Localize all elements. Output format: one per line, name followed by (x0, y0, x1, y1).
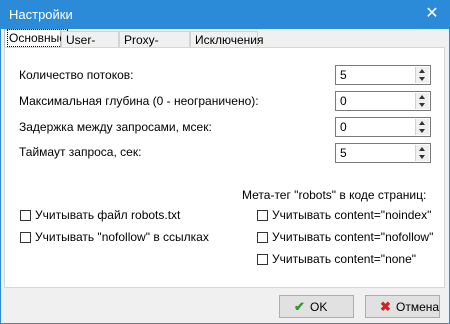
x-icon: ✖ (380, 299, 391, 314)
threads-label: Количество потоков: (19, 68, 134, 82)
nofollow-links-label[interactable]: Учитывать "nofollow" в ссылках (35, 230, 209, 244)
close-icon[interactable]: ✕ (421, 3, 443, 25)
spin-up-icon[interactable] (419, 147, 425, 151)
general-panel: Количество потоков: 5 Максимальная глуби… (4, 47, 445, 288)
tab-general[interactable]: Основные (4, 29, 68, 48)
tab-proxy[interactable]: Proxy-сервер (119, 31, 190, 64)
ok-button[interactable]: ✔ OK (279, 295, 354, 318)
spin-down-icon[interactable] (419, 77, 425, 81)
noindex-label[interactable]: Учитывать content="noindex" (272, 208, 431, 222)
ok-button-label: OK (310, 300, 328, 314)
content-none-checkbox[interactable] (257, 254, 268, 265)
delay-spin-arrows[interactable] (415, 119, 429, 135)
content-nofollow-label[interactable]: Учитывать content="nofollow" (272, 230, 433, 244)
delay-label: Задержка между запросами, мсек: (19, 120, 212, 134)
content-none-label[interactable]: Учитывать content="none" (272, 252, 416, 266)
meta-robots-title: Мета-тег "robots" в коде страниц: (242, 188, 427, 202)
depth-spinbox[interactable]: 0 (335, 91, 431, 111)
delay-value[interactable]: 0 (340, 120, 347, 134)
settings-window: Настройки ✕ Основные User-Agent Proxy-се… (0, 0, 450, 324)
timeout-spinbox[interactable]: 5 (335, 143, 431, 163)
threads-value[interactable]: 5 (340, 68, 347, 82)
depth-value[interactable]: 0 (340, 94, 347, 108)
title-bar[interactable]: Настройки ✕ (1, 1, 449, 29)
check-icon: ✔ (294, 299, 305, 314)
content-nofollow-checkbox[interactable] (257, 232, 268, 243)
spin-up-icon[interactable] (419, 69, 425, 73)
robots-txt-checkbox[interactable] (20, 210, 31, 221)
window-title: Настройки (9, 7, 73, 22)
spin-down-icon[interactable] (419, 103, 425, 107)
depth-spin-arrows[interactable] (415, 93, 429, 109)
robots-txt-label[interactable]: Учитывать файл robots.txt (35, 208, 180, 222)
timeout-spin-arrows[interactable] (415, 145, 429, 161)
cancel-button-label: Отмена (396, 300, 440, 314)
tab-exclusions-label: Исключения (195, 33, 264, 47)
tab-user-agent[interactable]: User-Agent (61, 31, 119, 64)
spin-down-icon[interactable] (419, 155, 425, 159)
spin-up-icon[interactable] (419, 121, 425, 125)
timeout-value[interactable]: 5 (340, 146, 347, 160)
tab-general-label: Основные (7, 29, 68, 47)
spin-up-icon[interactable] (419, 95, 425, 99)
tab-bar: Основные User-Agent Proxy-сервер Исключе… (1, 29, 449, 64)
spin-down-icon[interactable] (419, 129, 425, 133)
noindex-checkbox[interactable] (257, 210, 268, 221)
cancel-button[interactable]: ✖ Отмена (365, 295, 440, 318)
timeout-label: Таймаут запроса, сек: (19, 145, 142, 159)
nofollow-links-checkbox[interactable] (20, 232, 31, 243)
depth-label: Максимальная глубина (0 - неограничено): (19, 94, 259, 108)
button-bar: ✔ OK ✖ Отмена (1, 291, 449, 323)
threads-spin-arrows[interactable] (415, 67, 429, 83)
threads-spinbox[interactable]: 5 (335, 65, 431, 85)
delay-spinbox[interactable]: 0 (335, 117, 431, 137)
tab-exclusions[interactable]: Исключения (190, 31, 264, 48)
